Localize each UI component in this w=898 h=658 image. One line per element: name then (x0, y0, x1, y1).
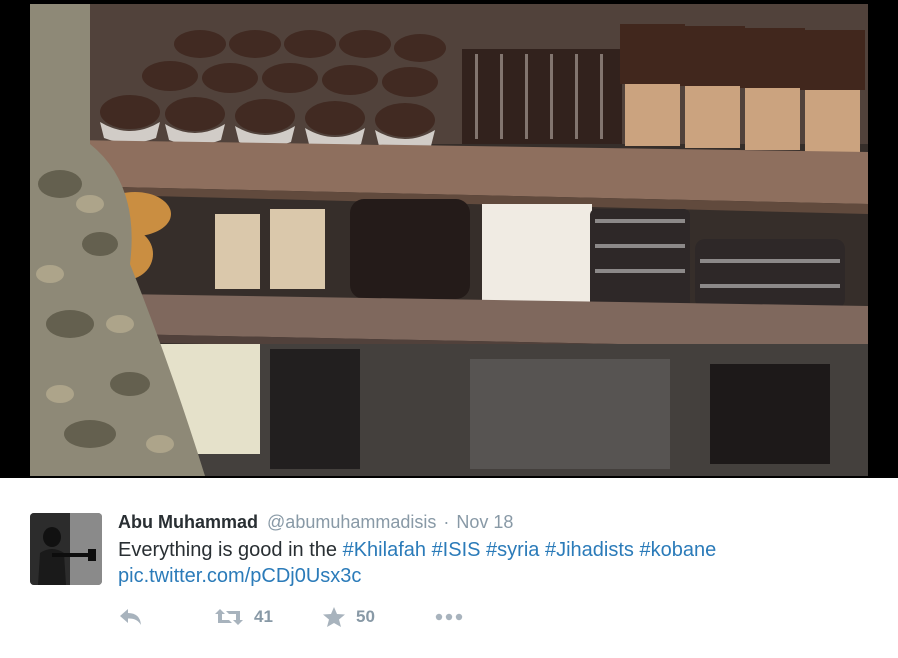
hashtag-syria[interactable]: #syria (486, 539, 539, 561)
ellipsis-icon (434, 612, 464, 622)
display-name[interactable]: Abu Muhammad (118, 512, 258, 532)
tweet-photo-frame (0, 0, 898, 478)
tweet-card: Abu Muhammad @abumuhammadisis · Nov 18 E… (0, 478, 898, 658)
hashtag-kobane[interactable]: #kobane (639, 539, 716, 561)
tweet-text-prefix: Everything is good in the (118, 539, 343, 561)
avatar-image (30, 513, 102, 585)
reply-button[interactable] (118, 607, 214, 627)
pastry-display-case-image (30, 4, 868, 476)
avatar[interactable] (30, 513, 102, 585)
tweet-text: Everything is good in the #Khilafah #ISI… (118, 537, 878, 563)
hashtag-khilafah[interactable]: #Khilafah (343, 539, 426, 561)
hashtag-isis[interactable]: #ISIS (432, 539, 481, 561)
tweet-body: Abu Muhammad @abumuhammadisis · Nov 18 E… (118, 511, 878, 589)
separator-dot: · (443, 512, 450, 532)
star-icon (322, 606, 346, 628)
user-handle[interactable]: @abumuhammadisis (267, 512, 436, 532)
retweet-count: 41 (254, 607, 273, 626)
media-link[interactable]: pic.twitter.com/pCDj0Usx3c (118, 563, 878, 589)
retweet-button[interactable]: 41 (214, 607, 322, 627)
hashtag-jihadists[interactable]: #Jihadists (545, 539, 634, 561)
reply-arrow-icon (118, 607, 144, 627)
tweet-actions: 41 50 (118, 604, 464, 630)
favorite-count: 50 (356, 607, 375, 626)
retweet-icon (214, 607, 244, 627)
more-button[interactable] (434, 612, 464, 622)
favorite-button[interactable]: 50 (322, 606, 434, 628)
tweet-photo[interactable] (30, 4, 868, 476)
tweet-timestamp[interactable]: Nov 18 (456, 512, 513, 532)
tweet-header: Abu Muhammad @abumuhammadisis · Nov 18 (118, 511, 878, 533)
